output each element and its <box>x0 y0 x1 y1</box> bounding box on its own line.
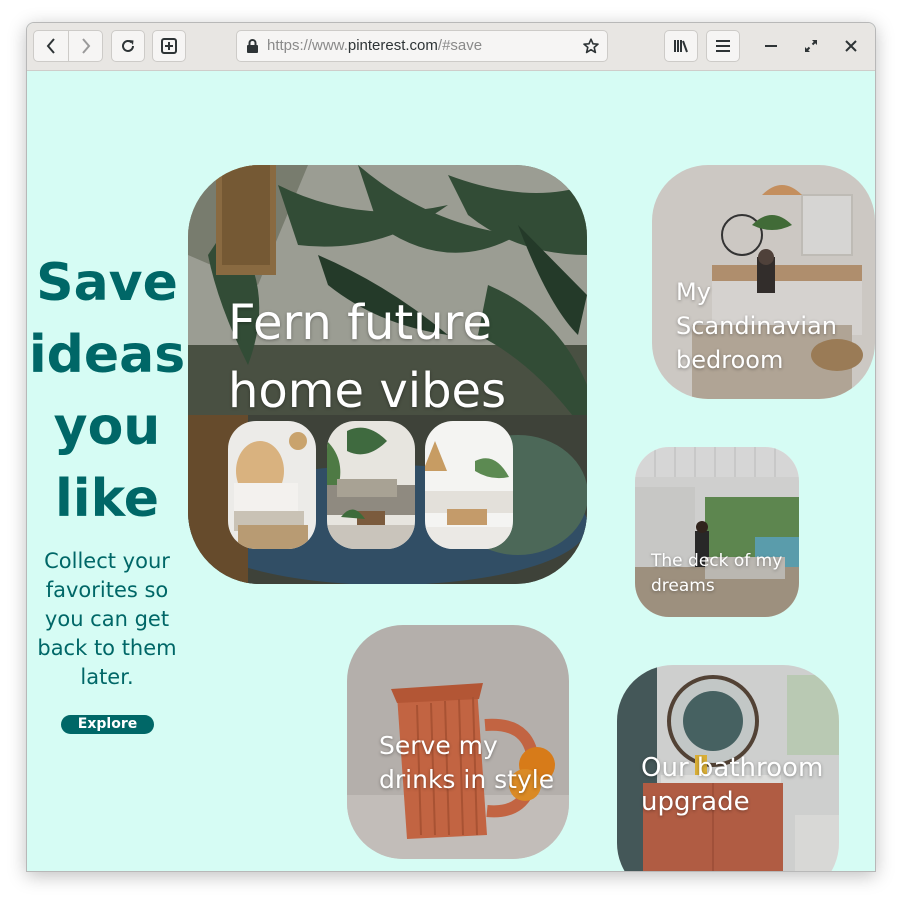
minimize-icon <box>765 45 777 47</box>
scandinavian-bedroom-label: My Scandinavian bedroom <box>676 278 837 374</box>
fern-thumbnail-image-1 <box>228 421 316 549</box>
deck-card[interactable]: The deck of my dreams <box>635 447 799 617</box>
hero-title: Save ideas you like <box>28 253 186 529</box>
reload-button[interactable] <box>111 30 145 62</box>
library-icon <box>674 40 688 53</box>
new-tab-button[interactable] <box>152 30 186 62</box>
address-bar[interactable]: https://www.pinterest.com/#save <box>236 30 608 62</box>
hero-subtitle: Collect your favorites so you can get ba… <box>37 549 177 689</box>
maximize-button[interactable] <box>800 35 822 57</box>
fern-thumbnail-image-2 <box>327 421 415 549</box>
fern-board-thumbnail-1[interactable] <box>228 421 316 549</box>
url-prefix: https://www. <box>267 37 348 54</box>
new-tab-icon <box>161 38 177 54</box>
fern-board-thumbnail-3[interactable] <box>425 421 513 549</box>
close-icon <box>845 40 857 52</box>
forward-arrow-icon <box>82 38 91 54</box>
fern-thumbnail-image-3 <box>425 421 513 549</box>
forward-button[interactable] <box>69 31 103 61</box>
bathroom-label: Our bathroom upgrade <box>641 753 824 817</box>
deck-label: The deck of my dreams <box>651 551 783 596</box>
reload-icon <box>122 39 134 52</box>
menu-button[interactable] <box>706 30 740 62</box>
minimize-button[interactable] <box>760 35 782 57</box>
browser-toolbar: https://www.pinterest.com/#save <box>27 23 875 71</box>
hamburger-menu-icon <box>716 40 730 52</box>
maximize-icon <box>805 40 817 52</box>
browser-window: https://www.pinterest.com/#save Save ide… <box>26 22 876 872</box>
url-text: https://www.pinterest.com/#save <box>267 37 482 54</box>
fern-board-label: Fern future home vibes <box>228 295 507 419</box>
library-button[interactable] <box>664 30 698 62</box>
url-suffix: /#save <box>437 37 483 54</box>
scandinavian-bedroom-card[interactable]: My Scandinavian bedroom <box>652 165 875 399</box>
drinks-card[interactable]: Serve my drinks in style <box>347 625 569 859</box>
close-button[interactable] <box>840 35 862 57</box>
fern-board-card[interactable]: Fern future home vibes <box>188 165 587 584</box>
lock-icon <box>247 39 258 53</box>
navigation-buttons <box>33 30 103 62</box>
bathroom-card[interactable]: Our bathroom upgrade <box>617 665 839 871</box>
bookmark-star-icon[interactable] <box>583 38 599 54</box>
back-arrow-icon <box>46 38 55 54</box>
explore-button[interactable]: Explore <box>61 715 154 734</box>
page-content: Save ideas you like Collect your favorit… <box>27 71 875 871</box>
url-domain: pinterest.com <box>347 37 438 54</box>
drinks-label: Serve my drinks in style <box>379 731 555 794</box>
fern-board-thumbnail-2[interactable] <box>327 421 415 549</box>
back-button[interactable] <box>34 31 68 61</box>
